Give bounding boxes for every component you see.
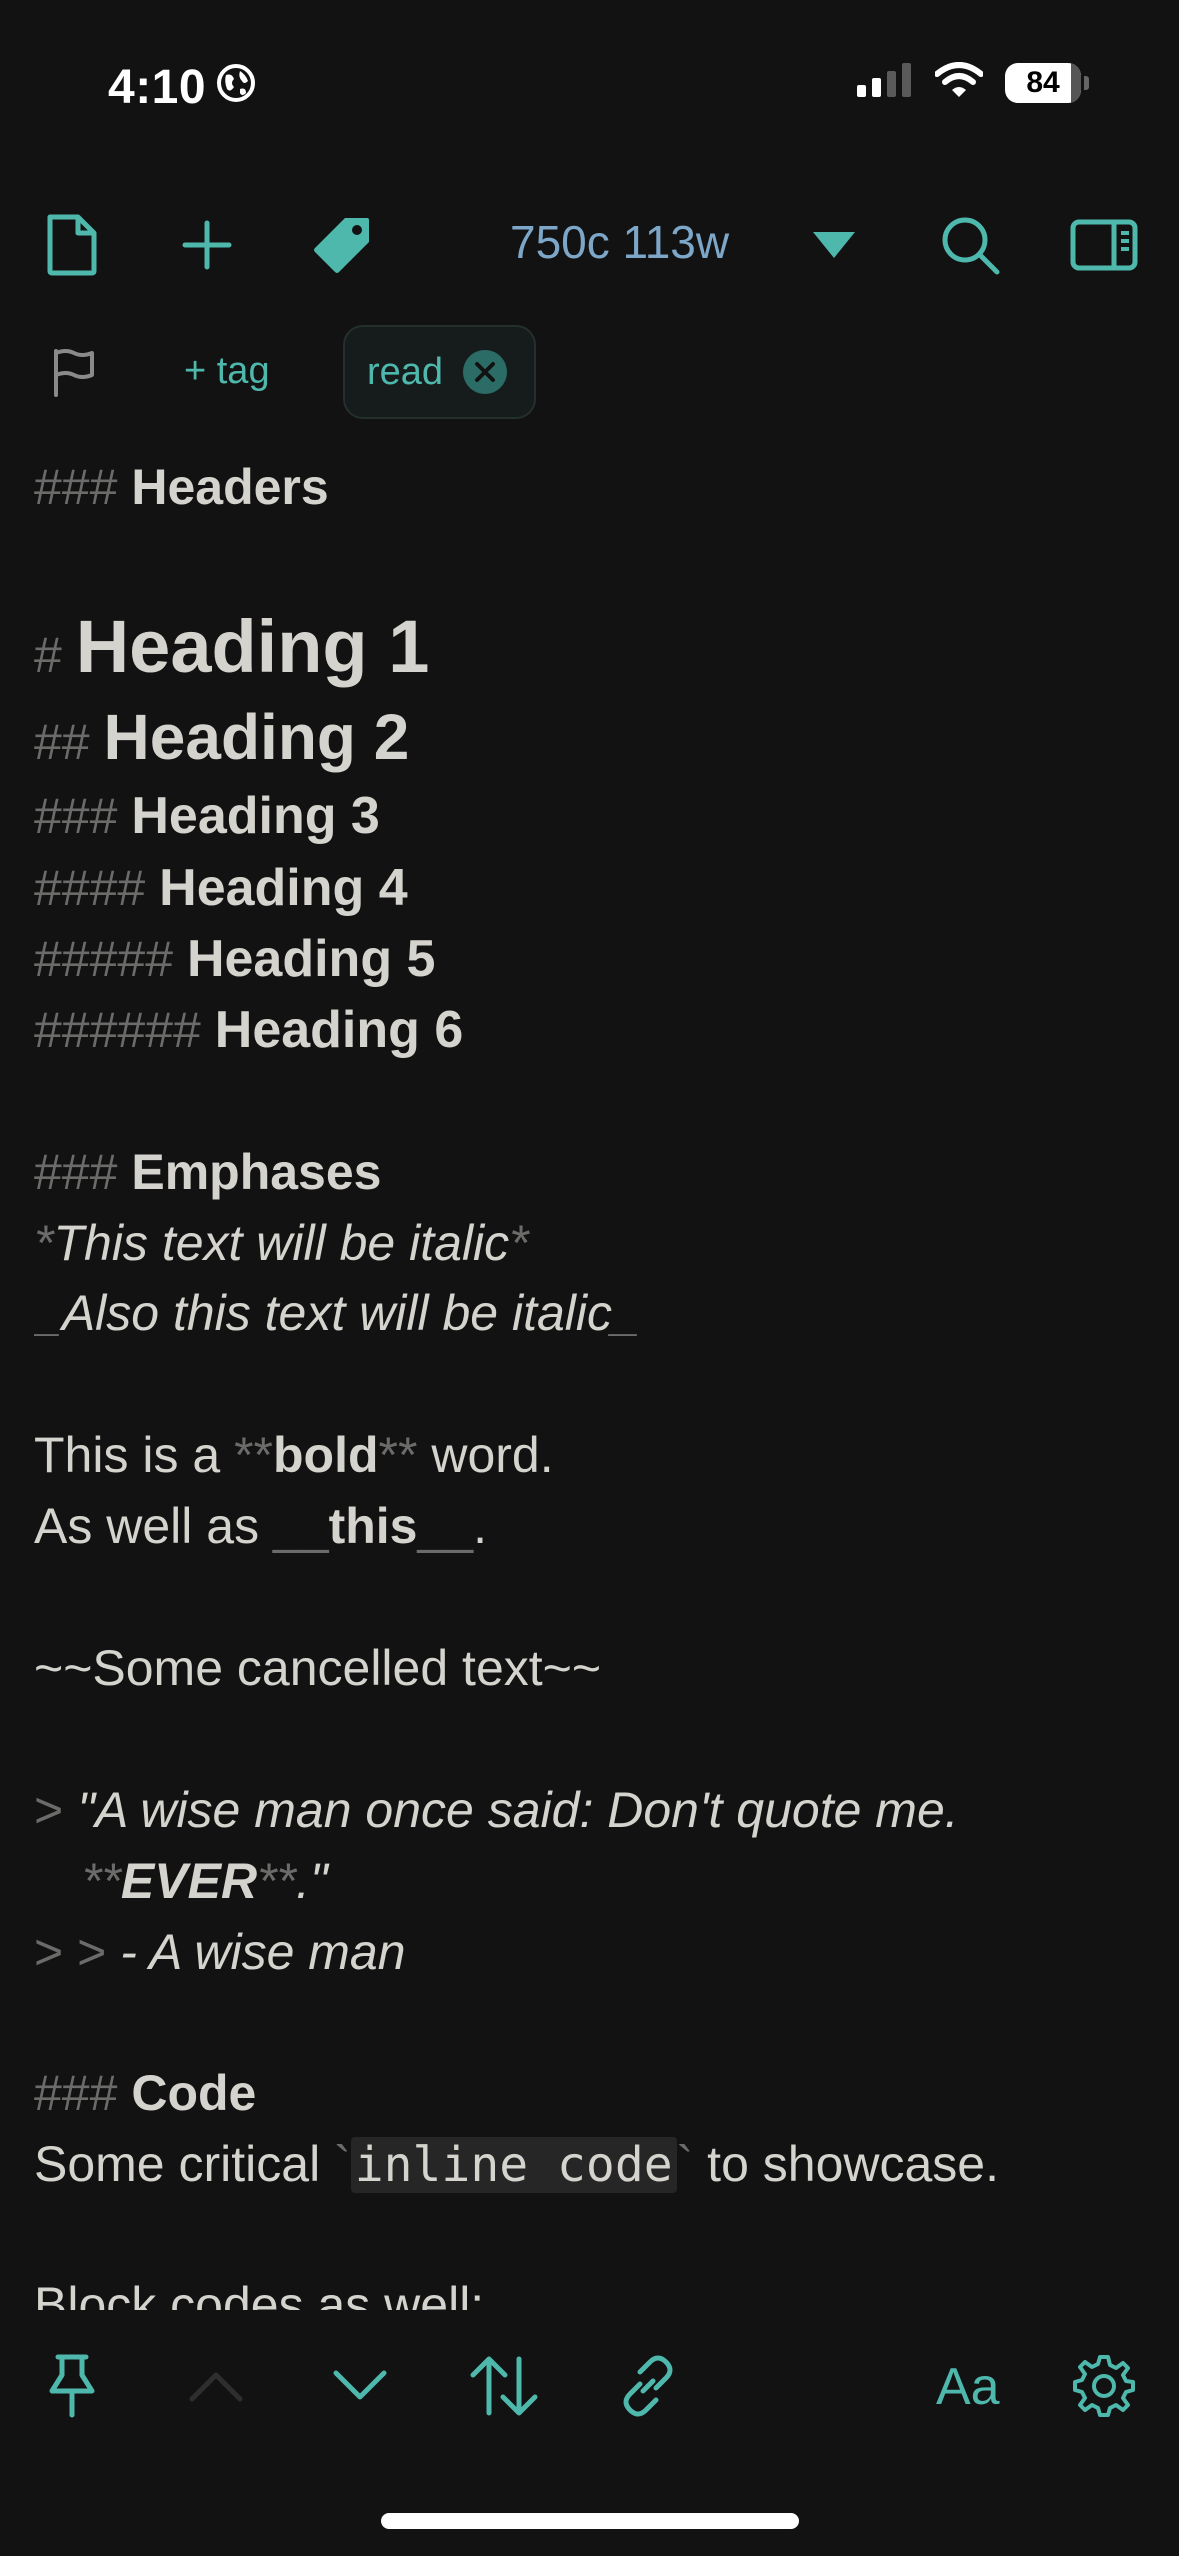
inline-code: inline code xyxy=(350,2137,677,2193)
editor-line-block-codes: Block codes as well: xyxy=(34,2277,485,2310)
markdown-marker: ** xyxy=(378,1427,418,1483)
bold-text: this xyxy=(328,1498,418,1554)
editor-line-heading2: ## Heading 2 xyxy=(34,705,409,769)
tag-icon[interactable] xyxy=(306,209,378,281)
tag-chip-read[interactable]: read xyxy=(343,325,536,419)
markdown-marker: ##### xyxy=(34,931,174,987)
markdown-marker: * xyxy=(34,1215,54,1271)
plain-text: Some critical xyxy=(34,2136,335,2192)
markdown-marker: ### xyxy=(34,788,118,844)
quote-text: "A wise man once said: Don't quote me. xyxy=(77,1782,959,1838)
markdown-marker: ### xyxy=(34,1144,118,1200)
editor-line-heading5: ##### Heading 5 xyxy=(34,933,435,985)
editor-line-quote-1: > "A wise man once said: Don't quote me. xyxy=(34,1785,959,1835)
gear-icon[interactable] xyxy=(1064,2346,1144,2426)
editor-line-heading6: ###### Heading 6 xyxy=(34,1004,463,1056)
tag-chip-label: read xyxy=(367,350,444,393)
heading-text: Headers xyxy=(131,459,329,515)
bold-text: EVER xyxy=(120,1853,258,1909)
editor-line-emphases: ### Emphases xyxy=(34,1147,381,1197)
dropdown-triangle-icon[interactable] xyxy=(798,209,870,281)
heading-text: Emphases xyxy=(131,1144,382,1200)
editor-line-bold-2: As well as __this__. xyxy=(34,1501,487,1551)
pin-icon[interactable] xyxy=(32,2346,112,2426)
heading-text: Heading 3 xyxy=(131,787,380,845)
heading-text: Heading 6 xyxy=(214,1001,464,1059)
bold-text: bold xyxy=(272,1427,379,1483)
markdown-marker: ** xyxy=(234,1427,273,1483)
plain-text: This is a xyxy=(34,1427,235,1483)
markdown-marker: _ xyxy=(612,1285,640,1341)
heading-text: Code xyxy=(131,2065,257,2121)
heading-text: Heading 4 xyxy=(159,859,408,917)
markdown-marker: __ xyxy=(272,1498,329,1554)
markdown-marker: ** xyxy=(257,1853,297,1909)
markdown-marker: #### xyxy=(34,860,146,916)
status-time-label: 4:10 xyxy=(108,61,207,114)
markdown-marker: ` xyxy=(334,2136,351,2192)
chevron-down-icon[interactable] xyxy=(320,2346,400,2426)
wifi-icon xyxy=(934,62,984,103)
sidebar-icon[interactable] xyxy=(1068,209,1140,281)
quote-text: ." xyxy=(296,1853,328,1909)
editor-line-inline-code: Some critical `inline code` to showcase. xyxy=(34,2136,999,2193)
editor-line-bold-1: This is a **bold** word. xyxy=(34,1430,554,1480)
new-document-icon[interactable] xyxy=(36,209,108,281)
markdown-marker: # xyxy=(34,627,62,683)
link-icon[interactable] xyxy=(608,2346,688,2426)
plain-text: to showcase. xyxy=(693,2136,999,2192)
quote-marker: > > xyxy=(34,1924,107,1980)
chevron-up-icon[interactable] xyxy=(176,2346,256,2426)
battery-icon: 84 xyxy=(1005,62,1089,103)
globe-icon xyxy=(216,60,256,115)
add-tag-button[interactable]: + tag xyxy=(184,350,270,393)
flag-icon[interactable] xyxy=(38,336,110,408)
status-time: 4:10 xyxy=(108,60,256,115)
markdown-marker: ** xyxy=(82,1853,121,1909)
status-indicators: 84 xyxy=(857,62,1089,103)
heading-text: Heading 2 xyxy=(103,701,410,773)
editor-line-headers: ### Headers xyxy=(34,462,329,512)
quote-text: - A wise man xyxy=(120,1924,406,1980)
plain-text: . xyxy=(473,1498,488,1554)
markdown-marker: __ xyxy=(417,1498,474,1554)
remove-tag-icon[interactable] xyxy=(463,350,508,394)
editor-line-italic-1: *This text will be italic* xyxy=(34,1218,529,1268)
font-settings-button[interactable]: Aa xyxy=(936,2357,1000,2417)
markdown-marker: ` xyxy=(676,2136,694,2192)
battery-level: 84 xyxy=(1026,65,1060,99)
home-indicator[interactable] xyxy=(381,2513,799,2529)
editor-line-strikethrough: ~~Some cancelled text~~ xyxy=(34,1640,602,1696)
character-word-counter[interactable]: 750c 113w xyxy=(510,215,729,269)
plain-text: word. xyxy=(417,1427,554,1483)
editor-line-italic-2: _Also this text will be italic_ xyxy=(34,1288,640,1338)
editor-line-heading4: #### Heading 4 xyxy=(34,862,408,914)
markdown-marker: ## xyxy=(34,714,90,770)
markdown-marker: ### xyxy=(34,2065,118,2121)
heading-text: Heading 1 xyxy=(75,605,430,688)
heading-text: Heading 5 xyxy=(186,930,436,988)
editor-line-quote-3: > > - A wise man xyxy=(34,1927,406,1977)
italic-text: This text will be italic xyxy=(53,1215,510,1271)
plain-text: As well as xyxy=(34,1498,273,1554)
quote-marker: > xyxy=(34,1782,64,1838)
editor-line-quote-2: **EVER**." xyxy=(82,1856,328,1906)
sort-arrows-icon[interactable] xyxy=(464,2346,544,2426)
italic-text: Also this text will be italic xyxy=(61,1285,613,1341)
markdown-editor[interactable]: ### Headers # Heading 1 ## Heading 2 ###… xyxy=(34,450,1154,2310)
markdown-marker: ### xyxy=(34,459,118,515)
search-icon[interactable] xyxy=(934,209,1006,281)
cellular-signal-icon xyxy=(857,63,913,102)
editor-line-heading3: ### Heading 3 xyxy=(34,790,380,842)
editor-line-heading1: # Heading 1 xyxy=(34,610,429,684)
plus-icon[interactable] xyxy=(171,209,243,281)
markdown-marker: _ xyxy=(34,1285,62,1341)
editor-line-code-heading: ### Code xyxy=(34,2068,256,2118)
markdown-marker: ###### xyxy=(34,1002,201,1058)
markdown-marker: * xyxy=(509,1215,529,1271)
